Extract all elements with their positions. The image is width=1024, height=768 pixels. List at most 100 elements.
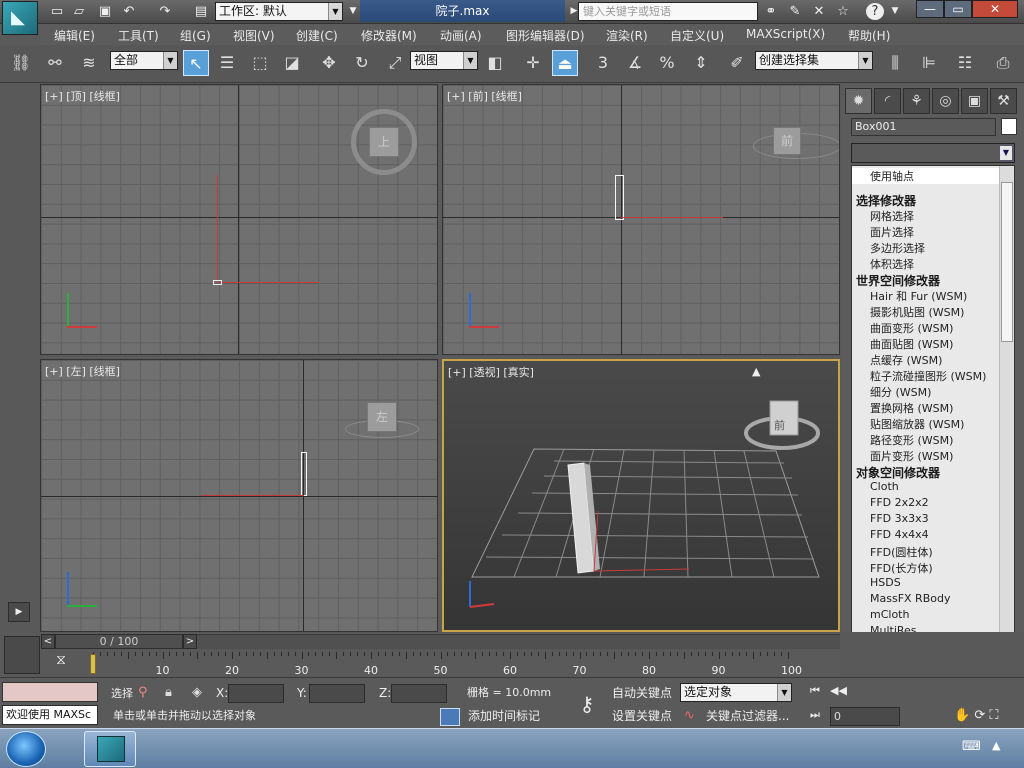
select-object-icon[interactable]: ↖ — [183, 50, 209, 76]
create-tab-icon[interactable]: ✹ — [845, 88, 872, 114]
help-icon[interactable]: ? — [866, 3, 884, 20]
select-manipulate-icon[interactable]: ✛ — [520, 50, 546, 76]
go-to-start-icon[interactable]: ⏮ — [804, 684, 826, 700]
modifier-list-item[interactable]: 体积选择 — [852, 256, 1000, 272]
time-slider-track[interactable] — [197, 634, 840, 649]
prev-frame-button[interactable]: < — [41, 634, 55, 649]
project-folder-icon[interactable]: ▤ — [192, 3, 210, 20]
taskbar-app-3dsmax[interactable] — [84, 731, 136, 767]
auto-key-button[interactable]: 自动关键点 — [612, 685, 676, 704]
rectangular-selection-icon[interactable]: ⬚ — [247, 50, 273, 76]
subscription-icon[interactable]: ✎ — [786, 3, 804, 20]
named-selection-set-select[interactable]: 创建选择集 ▼ — [755, 51, 873, 70]
menu-maxscript[interactable]: MAXScript(X) — [746, 27, 825, 41]
modify-tab-icon[interactable]: ◜ — [874, 88, 901, 114]
rotate-icon[interactable]: ↻ — [349, 50, 375, 76]
menu-group[interactable]: 组(G) — [180, 27, 211, 44]
modifier-list-item[interactable]: MassFX RBody — [852, 592, 1000, 608]
key-icon[interactable]: ⚷ — [568, 684, 606, 724]
modifier-list-item[interactable]: 多边形选择 — [852, 240, 1000, 256]
next-frame-button[interactable]: > — [183, 634, 197, 649]
keyboard-tray-icon[interactable]: ⌨ — [962, 739, 981, 754]
hierarchy-tab-icon[interactable]: ⚘ — [903, 88, 930, 114]
viewport-left[interactable]: [+] [左] [线框] 左 — [40, 359, 438, 632]
modifier-list-item[interactable]: mCloth — [852, 608, 1000, 624]
menu-graph-editors[interactable]: 图形编辑器(D) — [506, 27, 585, 44]
viewport-layout-icon[interactable] — [4, 636, 40, 674]
move-icon[interactable]: ✥ — [316, 50, 342, 76]
expand-ribbon-icon[interactable]: ▶ — [8, 602, 30, 622]
lock-selection-icon[interactable]: 🔒︎ — [165, 685, 172, 700]
bind-space-warp-icon[interactable]: ≋ — [76, 50, 102, 76]
unlink-icon[interactable]: ⚯ — [42, 50, 68, 76]
modifier-list-item[interactable]: 点缓存 (WSM) — [852, 352, 1000, 368]
spinner-snap-icon[interactable]: ⇕ — [688, 50, 714, 76]
modifier-list-item[interactable]: 摄影机贴图 (WSM) — [852, 304, 1000, 320]
box-object[interactable] — [301, 452, 307, 496]
modifier-list-dropdown[interactable]: 使用轴点 选择修改器 网格选择 面片选择 多边形选择 体积选择 世界空间修改器 Hair 和 … — [851, 165, 1015, 712]
modifier-list-item[interactable]: 置换网格 (WSM) — [852, 400, 1000, 416]
menu-views[interactable]: 视图(V) — [233, 27, 275, 44]
current-frame-field[interactable]: 0 — [830, 707, 900, 726]
curve-editor-icon[interactable]: ⧖ — [48, 652, 74, 674]
communication-icon[interactable]: ✕ — [810, 3, 828, 20]
modifier-list-item[interactable]: 细分 (WSM) — [852, 384, 1000, 400]
modifier-list-scrollbar[interactable] — [999, 166, 1014, 711]
menu-create[interactable]: 创建(C) — [296, 27, 338, 44]
scrollbar-thumb[interactable] — [1001, 182, 1013, 342]
modifier-list-item[interactable]: 曲面贴图 (WSM) — [852, 336, 1000, 352]
prev-key-icon[interactable]: ◀◀ — [830, 684, 847, 700]
motion-tab-icon[interactable]: ◎ — [932, 88, 959, 114]
scale-icon[interactable]: ⤢ — [382, 50, 408, 76]
selection-filter-select[interactable]: 全部 ▼ — [110, 51, 178, 70]
maxscript-listener-mini[interactable] — [2, 682, 98, 702]
keyboard-shortcut-override-icon[interactable]: ⏏ — [552, 50, 578, 76]
modifier-list-item[interactable]: 贴图缩放器 (WSM) — [852, 416, 1000, 432]
workspace-select[interactable]: 工作区: 默认 ▼ — [215, 2, 343, 21]
object-name-field[interactable]: Box001 — [851, 118, 996, 136]
maxscript-input[interactable]: 欢迎使用 MAXSc — [2, 705, 98, 725]
viewcube-icon[interactable]: 前 — [774, 417, 785, 433]
tray-expand-icon[interactable]: ▲ — [992, 739, 1000, 752]
align-icon[interactable]: ⊫ — [916, 50, 942, 76]
modifier-list-item[interactable]: FFD(圆柱体) — [852, 544, 1000, 560]
viewport-label[interactable]: [+] [左] [线框] — [45, 363, 120, 379]
render-setup-icon[interactable]: ⎙ — [990, 50, 1016, 76]
viewport-label[interactable]: [+] [前] [线框] — [447, 88, 522, 104]
snap-toggle-icon[interactable]: 3 — [590, 50, 616, 76]
isolate-selection-icon[interactable]: ⚲ — [138, 685, 148, 700]
window-crossing-icon[interactable]: ◪ — [279, 50, 305, 76]
link-icon[interactable]: ⛓ — [8, 50, 34, 76]
undo-icon[interactable]: ↶ — [120, 3, 138, 20]
percent-snap-icon[interactable]: % — [654, 50, 680, 76]
modifier-list-item[interactable]: 网格选择 — [852, 208, 1000, 224]
modifier-list-item[interactable]: FFD 4x4x4 — [852, 528, 1000, 544]
binoculars-icon[interactable]: ⚭ — [762, 3, 780, 20]
save-file-icon[interactable]: ▣ — [96, 3, 114, 20]
open-file-icon[interactable]: ▱ — [70, 3, 88, 20]
viewport-top[interactable]: [+] [顶] [线框] 上 — [40, 84, 438, 355]
trackbar[interactable]: 10 20 30 40 50 60 70 80 90 100 — [90, 652, 840, 677]
layer-manager-icon[interactable]: ☷ — [952, 50, 978, 76]
favorites-star-icon[interactable]: ☆ — [834, 3, 852, 20]
select-by-name-icon[interactable]: ☰ — [214, 50, 240, 76]
modifier-list-item[interactable]: FFD 2x2x2 — [852, 496, 1000, 512]
y-coord-field[interactable] — [309, 684, 365, 703]
chevron-down-icon[interactable]: ▼ — [886, 3, 904, 20]
modifier-list-item[interactable]: FFD 3x3x3 — [852, 512, 1000, 528]
start-button[interactable] — [6, 731, 46, 767]
reference-coordinate-select[interactable]: 视图 ▼ — [410, 51, 478, 70]
utilities-tab-icon[interactable]: ⚒ — [990, 88, 1017, 114]
modifier-list-item[interactable]: 面片选择 — [852, 224, 1000, 240]
modifier-list-item[interactable]: 路径变形 (WSM) — [852, 432, 1000, 448]
add-time-tag-button[interactable]: 添加时间标记 — [468, 708, 558, 727]
pivot-center-icon[interactable]: ◧ — [482, 50, 508, 76]
viewcube-icon[interactable]: 前 — [773, 127, 801, 155]
key-filters-button[interactable]: 关键点过滤器... — [706, 708, 792, 727]
time-tag-icon[interactable] — [440, 708, 460, 726]
menu-tools[interactable]: 工具(T) — [118, 27, 159, 44]
edit-named-selection-icon[interactable]: ✐ — [724, 50, 750, 76]
mirror-icon[interactable]: ⫼ — [882, 50, 908, 76]
search-input[interactable]: 键入关键字或短语 — [578, 2, 758, 21]
viewport-navigation-icons[interactable]: ✋ ⟳ ⛶ — [954, 708, 1014, 726]
